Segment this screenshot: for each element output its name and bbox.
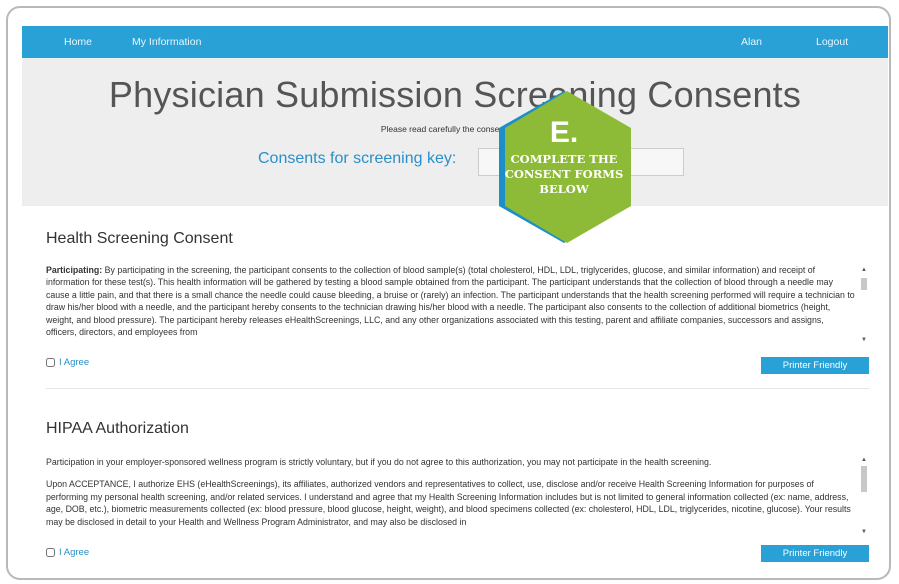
hipaa-title: HIPAA Authorization [46, 420, 189, 437]
health-agree-label[interactable]: I Agree [59, 357, 89, 368]
nav-home-link[interactable]: Home [64, 26, 92, 58]
scroll-thumb[interactable] [861, 466, 867, 492]
health-agree-checkbox[interactable] [46, 357, 55, 367]
scroll-up-icon[interactable]: ▲ [860, 266, 868, 274]
hipaa-printer-friendly-button[interactable]: Printer Friendly [761, 545, 869, 562]
health-consent-text[interactable]: Participating: By participating in the s… [46, 264, 856, 350]
hipaa-agree-checkbox-row[interactable]: I Agree [46, 547, 89, 558]
nav-my-information-link[interactable]: My Information [132, 26, 201, 58]
hipaa-agree-label[interactable]: I Agree [59, 547, 89, 558]
hipaa-paragraph-2: Upon ACCEPTANCE, I authorize EHS (eHealt… [46, 479, 851, 527]
nav-user-link[interactable]: Alan [741, 26, 762, 58]
scroll-down-icon[interactable]: ▼ [860, 528, 868, 536]
top-navbar: Home My Information Alan Logout [22, 26, 888, 58]
health-agree-checkbox-row[interactable]: I Agree [46, 357, 89, 368]
page-title: Physician Submission Screening Consents [108, 74, 802, 115]
scroll-up-icon[interactable]: ▲ [860, 456, 868, 464]
page-subtitle: Please read carefully the consents belo [380, 124, 530, 134]
hipaa-text[interactable]: Participation in your employer-sponsored… [46, 456, 856, 540]
scroll-down-icon[interactable]: ▼ [860, 336, 868, 344]
hero-section: Physician Submission Screening Consents … [22, 58, 888, 206]
badge-letter: E. [549, 116, 579, 149]
screening-key-label: Consents for screening key: [258, 150, 457, 167]
badge-line-1: COMPLETE THE [510, 152, 618, 166]
health-consent-scrollbar[interactable]: ▲ ▼ [860, 266, 868, 346]
nav-logout-link[interactable]: Logout [816, 26, 848, 58]
hipaa-paragraph-1: Participation in your employer-sponsored… [46, 457, 712, 467]
hipaa-agree-checkbox[interactable] [46, 547, 55, 557]
health-consent-lead: Participating: [46, 265, 103, 275]
badge-instruction: COMPLETE THE CONSENT FORMS BELOW [495, 152, 633, 197]
health-consent-body: By participating in the screening, the p… [46, 265, 855, 338]
health-printer-friendly-button[interactable]: Printer Friendly [761, 357, 869, 374]
badge-line-2: CONSENT FORMS [504, 167, 624, 181]
scroll-thumb[interactable] [861, 278, 867, 290]
section-divider [46, 388, 870, 389]
hipaa-scrollbar[interactable]: ▲ ▼ [860, 456, 868, 538]
badge-line-3: BELOW [539, 182, 589, 196]
health-consent-title: Health Screening Consent [46, 230, 233, 247]
